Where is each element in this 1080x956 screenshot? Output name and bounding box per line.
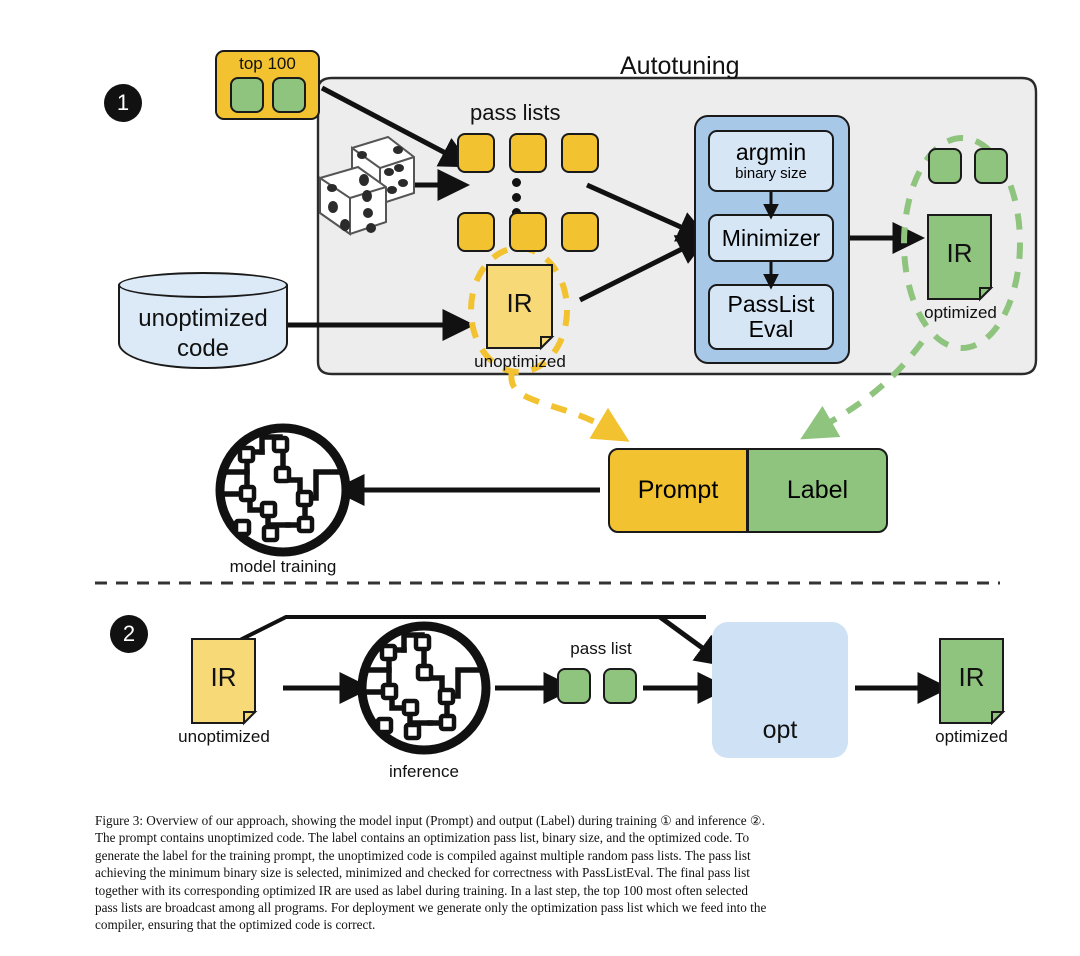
caption-line: pass lists are broadcast among all progr… [95,900,767,916]
caption-line: together with its corresponding optimize… [95,882,748,898]
caption-line: The prompt contains unoptimized code. Th… [95,830,750,846]
top100-pass-cell [271,77,306,113]
pass-list-cell [561,212,599,252]
stage2-input-ir-text: IR [210,662,237,692]
inference-icon [357,621,491,755]
model-training-icon [215,423,351,557]
figure-diagram: 1 2 top 100 Autotuning pass lists IR uno… [0,0,1080,800]
pass-lists-row-bottom [457,212,599,252]
caption-line: Figure 3: Overview of our approach, show… [95,813,766,828]
top100-title: top 100 [239,54,296,73]
pass-lists-title: pass lists [470,100,561,125]
pass-list-cell [561,133,599,173]
step-number-1: 1 [104,84,142,122]
optimized-pass-cells [928,148,1008,184]
unoptimized-ir-text: IR [506,288,533,318]
pass-list-cell [603,668,637,704]
inference-caption: inference [389,762,459,781]
stage2-output-ir-text: IR [958,662,985,692]
pass-lists-row-top [457,133,599,173]
stage2-pass-list-cells [557,668,637,704]
top100-pass-cell [229,77,264,113]
arrow-bypass-to-opt [658,614,729,667]
stage2-pass-list-title: pass list [570,639,632,658]
optimizer-internal-arrows [763,192,779,290]
pass-list-cell [557,668,591,704]
optimized-ir-text: IR [946,238,973,268]
arrow-ir-bypass-path [239,615,706,642]
optimized-ir-caption: optimized [924,303,997,322]
arrow-ir-to-prompt [508,371,630,442]
pass-list-cell [457,212,495,252]
top100-box: top 100 [215,50,320,120]
pass-list-cell [509,133,547,173]
caption-line: achieving the minimum binary size is sel… [95,865,750,881]
prompt-half: Prompt [608,448,748,533]
pass-list-cell [509,212,547,252]
optimized-pass-cell [928,148,962,184]
opt-label: opt [762,716,798,744]
caption-line: compiler, ensuring that the optimized co… [95,917,376,933]
autotuning-title: Autotuning [620,52,740,80]
stage2-output-ir-caption: optimized [935,727,1008,746]
stage2-input-ir-caption: unoptimized [178,727,270,746]
pass-list-cell [457,133,495,173]
caption-line: generate the label for the training prom… [95,847,751,863]
optimized-pass-cell [974,148,1008,184]
unoptimized-code-cylinder: unoptimized code [118,272,288,382]
model-training-caption: model training [229,557,337,576]
optimizer-box: argmin binary size Minimizer PassList Ev… [694,115,850,364]
training-pair-box: Prompt Label [608,448,888,533]
label-half: Label [747,448,888,533]
unoptimized-code-label: unoptimized code [138,305,268,362]
step-number-2: 2 [110,615,148,653]
figure-caption: Figure 3: Overview of our approach, show… [95,812,985,934]
unoptimized-ir-caption: unoptimized [474,352,566,371]
